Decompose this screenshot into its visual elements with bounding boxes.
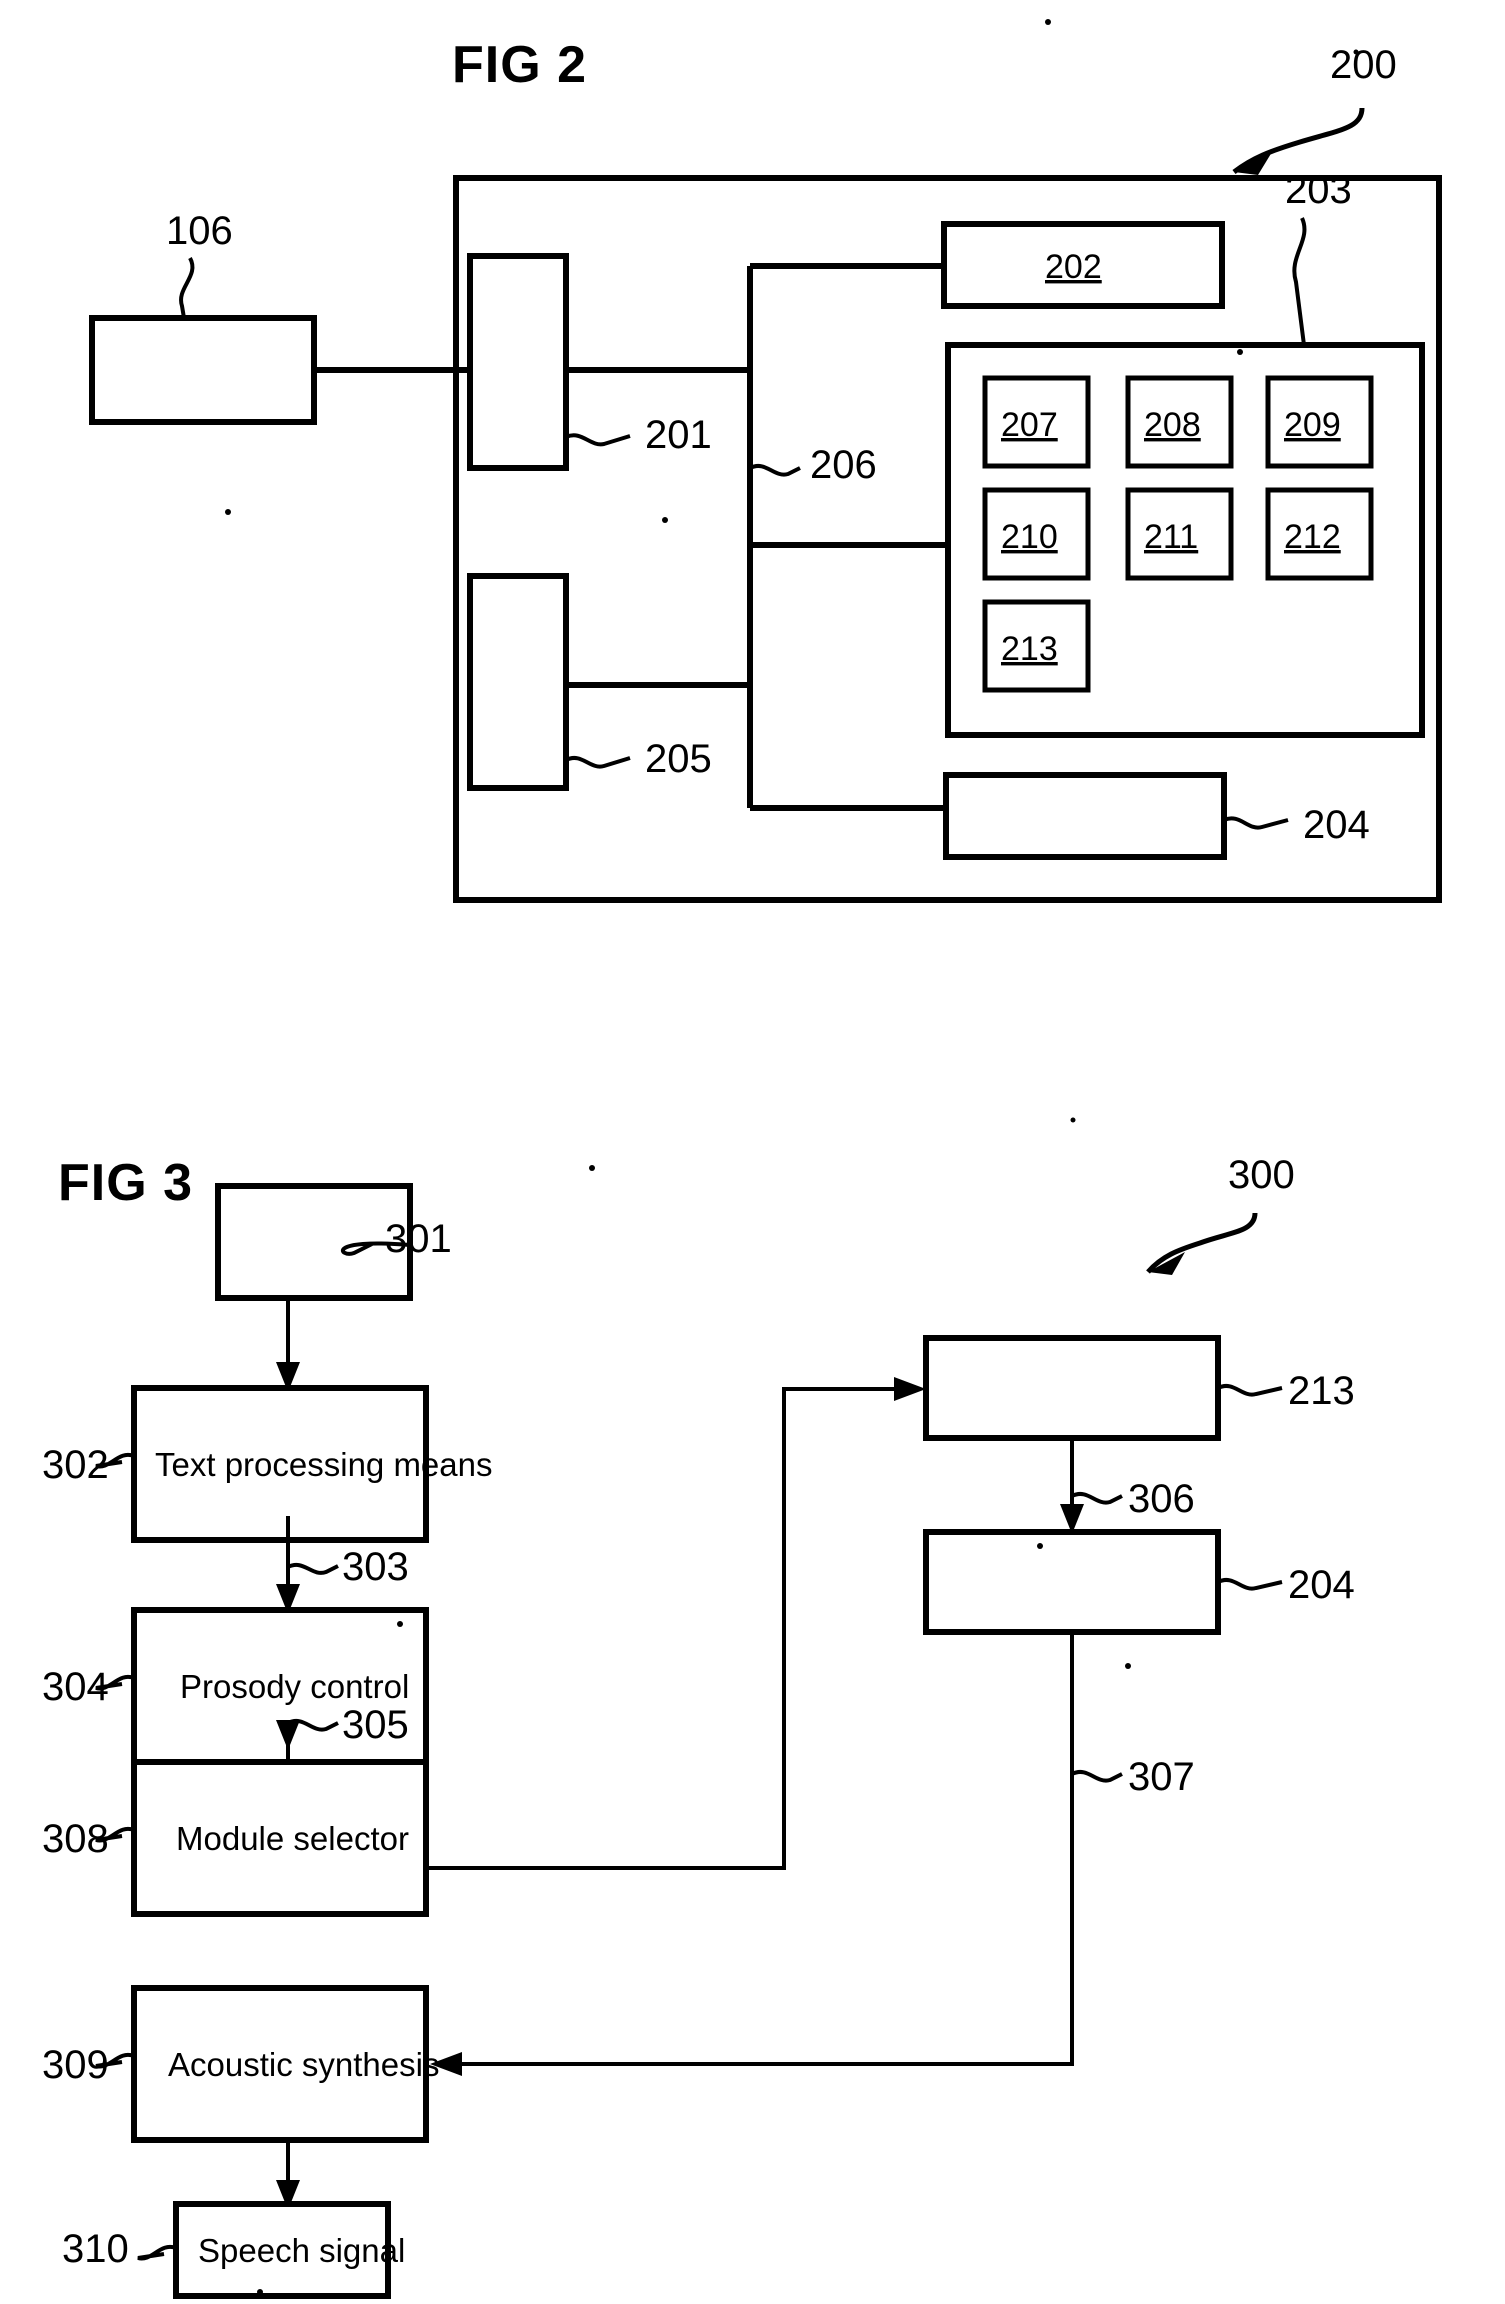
ref-206-label: 206 [810, 443, 877, 487]
ref-200-arrowhead [1234, 152, 1272, 175]
ref-213-fig3-label: 213 [1288, 1369, 1355, 1413]
ref-201-label: 201 [645, 413, 712, 457]
fig3-block-304-label: Prosody control [180, 1668, 409, 1705]
ref-306-leader [1071, 1492, 1123, 1505]
ref-202-label: 202 [1045, 248, 1102, 286]
fig2-block-204 [943, 772, 1227, 860]
fig3-arrowhead-308-213 [894, 1377, 926, 1401]
ref-203-label: 203 [1285, 168, 1352, 212]
fig3-block-309-label: Acoustic synthesis [168, 2046, 439, 2083]
speck [1070, 1117, 1076, 1123]
fig2-block-201 [467, 253, 569, 471]
ref-310-label: 310 [62, 2227, 129, 2271]
speck [397, 1621, 403, 1627]
ref-301-label: 301 [385, 1217, 452, 1261]
figure-3-title: FIG 3 [58, 1154, 193, 1212]
ref-212-label: 212 [1284, 518, 1341, 556]
ref-207-label: 207 [1001, 406, 1058, 444]
fig3-link-204-309 [456, 1632, 1074, 2066]
ref-204-label: 204 [1303, 803, 1370, 847]
speck [1237, 349, 1243, 355]
fig3-block-308-label: Module selector [176, 1820, 409, 1857]
ref-204-leader [1223, 816, 1289, 830]
figure-2-title: FIG 2 [452, 36, 587, 94]
fig2-block-205 [467, 573, 569, 791]
fig2-block-106 [89, 315, 317, 425]
ref-208-label: 208 [1144, 406, 1201, 444]
ref-310-leader [137, 2244, 177, 2261]
ref-204-fig3-leader [1217, 1578, 1283, 1591]
figures-canvas: FIG 2 200 106 201 205 206 202 203 207 20… [42, 19, 1442, 2299]
ref-307-leader [1071, 1770, 1123, 1783]
speck [1037, 1543, 1043, 1549]
ref-300-label: 300 [1228, 1153, 1295, 1197]
fig3-block-310-label: Speech signal [198, 2232, 405, 2269]
ref-206-leader [749, 464, 801, 477]
ref-213-fig3-leader [1217, 1384, 1283, 1397]
figure-2: FIG 2 200 106 201 205 206 202 203 207 20… [89, 19, 1442, 903]
ref-106-label: 106 [166, 209, 233, 253]
ref-106-leader [179, 257, 195, 319]
ref-205-label: 205 [645, 737, 712, 781]
ref-303-label: 303 [342, 1545, 409, 1589]
speck [1045, 19, 1051, 25]
figure-3: FIG 3 300 301 Text processing means 302 … [42, 1117, 1355, 2299]
ref-300-leader [1146, 1212, 1258, 1274]
speck [225, 509, 231, 515]
ref-213-label: 213 [1001, 630, 1058, 668]
ref-210-label: 210 [1001, 518, 1058, 556]
fig3-link-308-213 [426, 1387, 900, 1870]
speck [589, 1165, 595, 1171]
ref-305-label: 305 [342, 1703, 409, 1747]
speck [1353, 49, 1359, 55]
ref-307-label: 307 [1128, 1755, 1195, 1799]
ref-204-fig3-label: 204 [1288, 1563, 1355, 1607]
fig3-block-213 [923, 1335, 1221, 1441]
speck [257, 2289, 263, 2295]
fig3-block-204 [923, 1529, 1221, 1635]
ref-209-label: 209 [1284, 406, 1341, 444]
speck [1125, 1663, 1131, 1669]
ref-306-label: 306 [1128, 1477, 1195, 1521]
speck [662, 517, 668, 523]
fig3-block-302-label: Text processing means [155, 1446, 493, 1483]
patent-drawing-sheet: FIG 2 200 106 201 205 206 202 203 207 20… [0, 0, 1505, 2304]
ref-200-label: 200 [1330, 43, 1397, 87]
ref-201-leader [565, 433, 631, 447]
ref-205-leader [565, 756, 631, 769]
ref-303-leader [287, 1563, 339, 1575]
ref-203-leader [1292, 217, 1307, 346]
ref-211-label: 211 [1144, 518, 1198, 556]
